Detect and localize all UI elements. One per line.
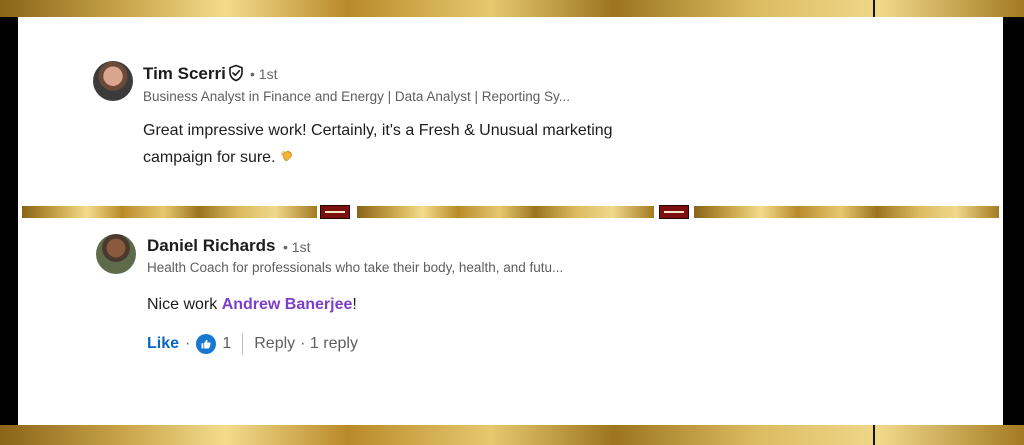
- like-button[interactable]: Like: [147, 335, 179, 353]
- reaction-count[interactable]: 1: [222, 335, 231, 353]
- connection-degree: • 1st: [283, 239, 311, 255]
- divider-badge: [320, 205, 350, 219]
- gold-frame-top: [0, 0, 1024, 17]
- comment-text-segment: Nice work: [147, 296, 222, 313]
- divider-strip: [357, 206, 654, 218]
- avatar[interactable]: [96, 234, 136, 274]
- comment-text-line: Great impressive work! Certainly, it's a…: [143, 122, 613, 139]
- comment-actions: Like · 1 Reply · 1 reply: [147, 333, 358, 355]
- comment-text: Great impressive work! Certainly, it's a…: [143, 117, 613, 171]
- comment-author-name[interactable]: Tim Scerri: [143, 64, 226, 84]
- thumbs-up-icon[interactable]: [196, 334, 217, 354]
- comment-author-name[interactable]: Daniel Richards: [147, 236, 276, 256]
- shield-check-icon: [229, 64, 243, 82]
- reply-button[interactable]: Reply: [254, 335, 295, 353]
- divider-badge: [659, 205, 689, 219]
- comment-text-line: campaign for sure.: [143, 144, 613, 171]
- comment-text-segment: !: [352, 296, 357, 313]
- clapping-hands-icon: [280, 150, 292, 161]
- connection-degree: • 1st: [250, 66, 278, 82]
- comment-text: Nice work Andrew Banerjee!: [147, 291, 357, 318]
- avatar[interactable]: [93, 61, 133, 101]
- mention-link[interactable]: Andrew Banerjee: [222, 296, 353, 313]
- frame-seam: [873, 0, 875, 17]
- divider-strip: [694, 206, 999, 218]
- reply-count[interactable]: · 1 reply: [300, 335, 358, 353]
- author-headline: Business Analyst in Finance and Energy |…: [143, 89, 570, 104]
- comment-text-segment: campaign for sure.: [143, 149, 276, 166]
- author-headline: Health Coach for professionals who take …: [147, 260, 564, 275]
- action-divider: [242, 333, 244, 355]
- separator-dot: ·: [185, 335, 191, 352]
- gold-frame-bottom: [0, 425, 1024, 445]
- frame-seam: [873, 425, 875, 445]
- divider-strip: [22, 206, 317, 218]
